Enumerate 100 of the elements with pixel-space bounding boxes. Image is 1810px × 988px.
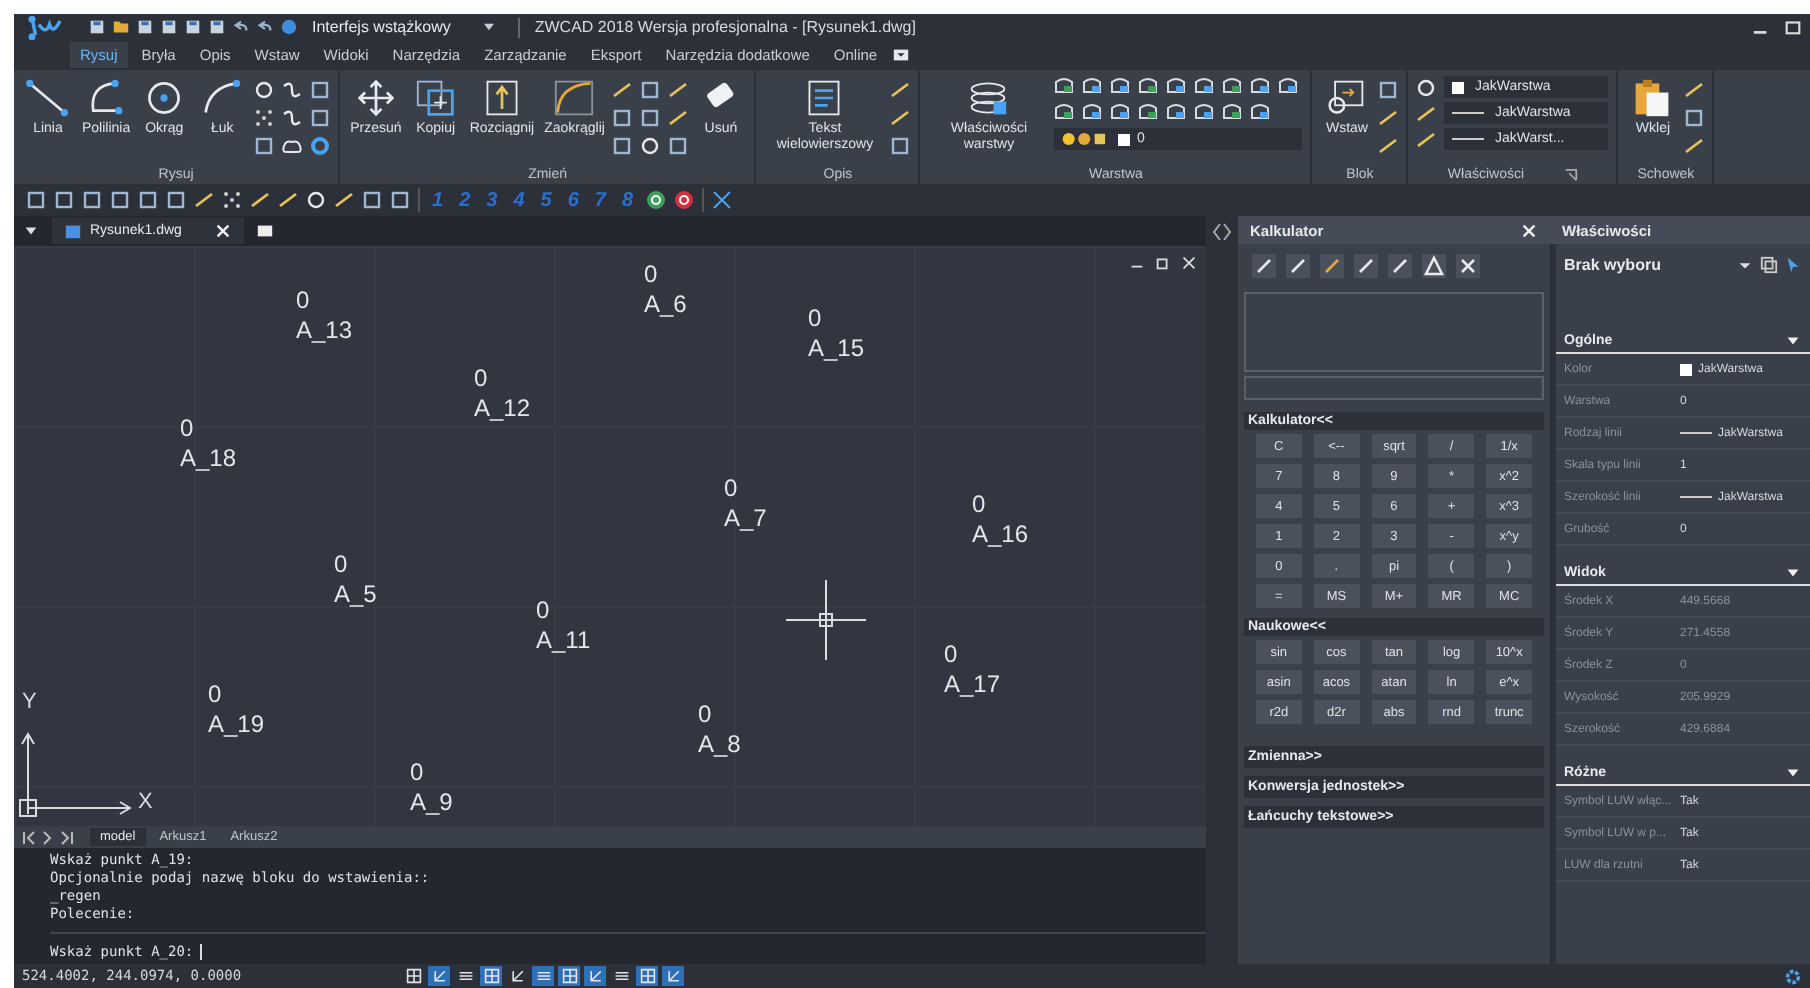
color-swatch bbox=[1118, 133, 1131, 145]
line-icon[interactable] bbox=[1416, 103, 1437, 123]
status-toggle-button[interactable] bbox=[584, 966, 606, 986]
layer-icon[interactable] bbox=[1166, 102, 1187, 122]
layer-icon[interactable] bbox=[1166, 76, 1187, 96]
cloud-icon[interactable] bbox=[282, 136, 303, 156]
layer-icon[interactable] bbox=[1194, 76, 1215, 96]
ring-icon[interactable] bbox=[310, 136, 331, 156]
point-label: 0 A_12 bbox=[474, 364, 531, 424]
globe-icon[interactable] bbox=[280, 18, 298, 36]
status-toggle-button[interactable] bbox=[506, 966, 528, 986]
status-toggle-button[interactable] bbox=[636, 966, 658, 986]
dots-icon[interactable] bbox=[222, 190, 242, 210]
caret-icon bbox=[482, 22, 497, 32]
status-toggle-button[interactable] bbox=[532, 966, 554, 986]
line-icon[interactable] bbox=[1378, 108, 1399, 128]
caret-icon[interactable] bbox=[1784, 764, 1802, 782]
status-toggle-button[interactable] bbox=[610, 966, 632, 986]
layer-icon[interactable] bbox=[1082, 76, 1103, 96]
new-tab-icon[interactable] bbox=[256, 222, 274, 240]
line-icon[interactable] bbox=[890, 80, 911, 100]
layer-icon[interactable] bbox=[1278, 76, 1299, 96]
caret-icon[interactable] bbox=[1784, 564, 1802, 582]
restore-icon[interactable] bbox=[1154, 254, 1172, 272]
close-icon[interactable] bbox=[214, 222, 232, 240]
cross-lines-icon[interactable] bbox=[711, 190, 731, 210]
arrow-icon[interactable] bbox=[232, 18, 250, 36]
point-label: 0 A_17 bbox=[944, 640, 1001, 700]
layer-icon[interactable] bbox=[1138, 102, 1159, 122]
close-icon[interactable] bbox=[1520, 221, 1538, 239]
axis-label: Y bbox=[22, 690, 37, 714]
status-toggle-button[interactable] bbox=[428, 966, 450, 986]
line-sample bbox=[1680, 432, 1712, 434]
dots-icon[interactable] bbox=[254, 108, 275, 128]
line-sample bbox=[1680, 496, 1712, 498]
layer-icon[interactable] bbox=[1054, 102, 1075, 122]
line-icon[interactable] bbox=[1684, 136, 1705, 156]
layer-icon[interactable] bbox=[1110, 102, 1131, 122]
calculator-input-field[interactable] bbox=[1244, 376, 1544, 400]
curve-icon[interactable] bbox=[282, 80, 303, 100]
dialog-launcher-icon[interactable] bbox=[1564, 167, 1579, 181]
curve-icon[interactable] bbox=[282, 108, 303, 128]
copy-tool-icon bbox=[411, 78, 460, 118]
caret-icon[interactable] bbox=[1784, 332, 1802, 350]
line-icon[interactable] bbox=[1416, 129, 1437, 149]
maximize-icon[interactable] bbox=[1784, 18, 1802, 36]
line-icon[interactable] bbox=[334, 190, 354, 210]
line-icon[interactable] bbox=[668, 80, 689, 100]
collapse-arrows-icon[interactable] bbox=[1210, 220, 1234, 244]
color-swatch bbox=[1680, 363, 1692, 375]
status-toggle-button[interactable] bbox=[402, 966, 424, 986]
caret-icon[interactable] bbox=[22, 222, 40, 240]
circle-icon[interactable] bbox=[254, 80, 275, 100]
circle-icon[interactable] bbox=[1416, 77, 1437, 97]
circle-icon[interactable] bbox=[640, 136, 661, 156]
point-label: 0 A_5 bbox=[334, 550, 377, 610]
line-sample bbox=[1452, 112, 1485, 114]
fillet-tool-icon bbox=[550, 78, 599, 118]
line-icon[interactable] bbox=[250, 190, 270, 210]
layer-icon[interactable] bbox=[1250, 102, 1271, 122]
layer-icon[interactable] bbox=[1250, 76, 1271, 96]
line-icon[interactable] bbox=[1684, 80, 1705, 100]
crosshair-cursor bbox=[786, 580, 866, 660]
circle-icon[interactable] bbox=[306, 190, 326, 210]
layer-icon[interactable] bbox=[1082, 102, 1103, 122]
line-icon[interactable] bbox=[1378, 136, 1399, 156]
line-icon[interactable] bbox=[612, 80, 633, 100]
axis-label: X bbox=[138, 790, 153, 814]
close-icon[interactable] bbox=[1180, 254, 1198, 272]
point-label: 0 A_11 bbox=[536, 596, 591, 656]
point-label: 0 A_7 bbox=[724, 474, 767, 534]
status-toggle-button[interactable] bbox=[454, 966, 476, 986]
color-swatch bbox=[1452, 81, 1465, 93]
triangle-icon[interactable] bbox=[1422, 254, 1446, 278]
select-objects-icon[interactable] bbox=[1760, 256, 1778, 274]
point-label: 0 A_16 bbox=[972, 490, 1029, 550]
arrow-icon[interactable] bbox=[256, 18, 274, 36]
tab-navigation-icon[interactable] bbox=[22, 829, 78, 845]
point-label: 0 A_18 bbox=[180, 414, 237, 474]
layer-icon[interactable] bbox=[1138, 76, 1159, 96]
layer-icon[interactable] bbox=[1110, 76, 1131, 96]
gear-icon[interactable] bbox=[1784, 967, 1802, 985]
layer-icon[interactable] bbox=[1222, 102, 1243, 122]
line-icon[interactable] bbox=[278, 190, 298, 210]
line-tool-icon bbox=[24, 78, 72, 118]
cross-icon[interactable] bbox=[1456, 254, 1480, 278]
line-icon[interactable] bbox=[194, 190, 214, 210]
status-toggle-button[interactable] bbox=[480, 966, 502, 986]
selection-dropdown[interactable]: Brak wyboru bbox=[1564, 256, 1730, 274]
layer-icon[interactable] bbox=[1054, 76, 1075, 96]
line-icon[interactable] bbox=[890, 108, 911, 128]
layer-icon[interactable] bbox=[1194, 102, 1215, 122]
layer-icon[interactable] bbox=[1222, 76, 1243, 96]
status-toggle-button[interactable] bbox=[558, 966, 580, 986]
point-label: 0 A_19 bbox=[208, 680, 265, 740]
panel-toggle-icon[interactable] bbox=[891, 46, 910, 64]
cursor-icon[interactable] bbox=[1784, 256, 1802, 274]
line-sample bbox=[1452, 138, 1485, 140]
status-toggle-button[interactable] bbox=[662, 966, 684, 986]
line-icon[interactable] bbox=[668, 108, 689, 128]
